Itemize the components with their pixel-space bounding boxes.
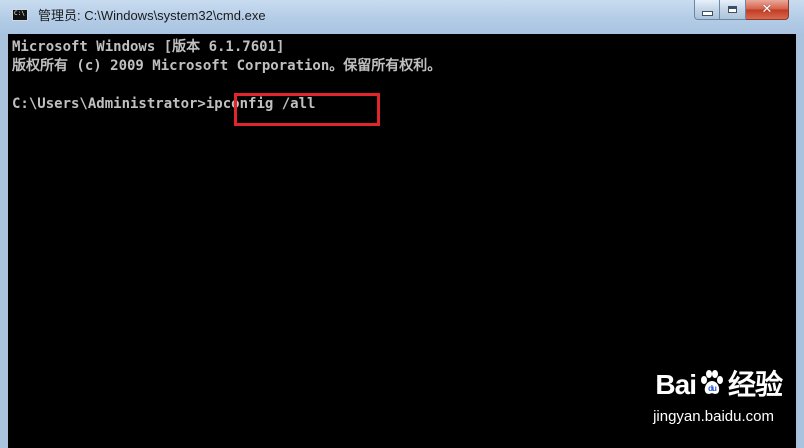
title-bar[interactable]: C:\ 管理员: C:\Windows\system32\cmd.exe ✕ <box>0 0 804 34</box>
close-button[interactable]: ✕ <box>746 0 789 20</box>
watermark-logo-jingyan: 经验 <box>727 369 783 400</box>
window-left-border <box>0 34 8 448</box>
maximize-button[interactable] <box>720 0 746 20</box>
window-controls: ✕ <box>694 0 789 20</box>
close-icon: ✕ <box>761 2 773 17</box>
cmd-window: C:\ 管理员: C:\Windows\system32\cmd.exe ✕ M… <box>0 0 804 448</box>
cmd-app-icon[interactable]: C:\ <box>12 9 28 21</box>
baidu-jingyan-watermark: Bai du 经验 jingyan.baidu.com <box>582 368 783 438</box>
console-area[interactable]: Microsoft Windows [版本 6.1.7601] 版权所有 (c)… <box>8 34 796 448</box>
svg-text:du: du <box>708 384 717 393</box>
minimize-icon <box>701 10 713 16</box>
minimize-button[interactable] <box>694 0 720 20</box>
cmd-app-icon-label: C:\ <box>14 10 25 17</box>
watermark-logo-bai: Bai <box>655 369 697 400</box>
window-right-border <box>796 34 804 448</box>
console-line-copyright: 版权所有 (c) 2009 Microsoft Corporation。保留所有… <box>12 58 442 74</box>
watermark-logo: Bai du 经验 <box>655 368 783 402</box>
baidu-paw-icon: du <box>700 370 723 394</box>
console-line-version: Microsoft Windows [版本 6.1.7601] <box>12 39 285 55</box>
window-title: 管理员: C:\Windows\system32\cmd.exe <box>38 8 266 23</box>
maximize-icon <box>728 6 737 13</box>
watermark-url: jingyan.baidu.com <box>653 408 774 425</box>
prompt-path: C:\Users\Administrator> <box>12 96 206 112</box>
command-highlight-box <box>234 93 380 126</box>
